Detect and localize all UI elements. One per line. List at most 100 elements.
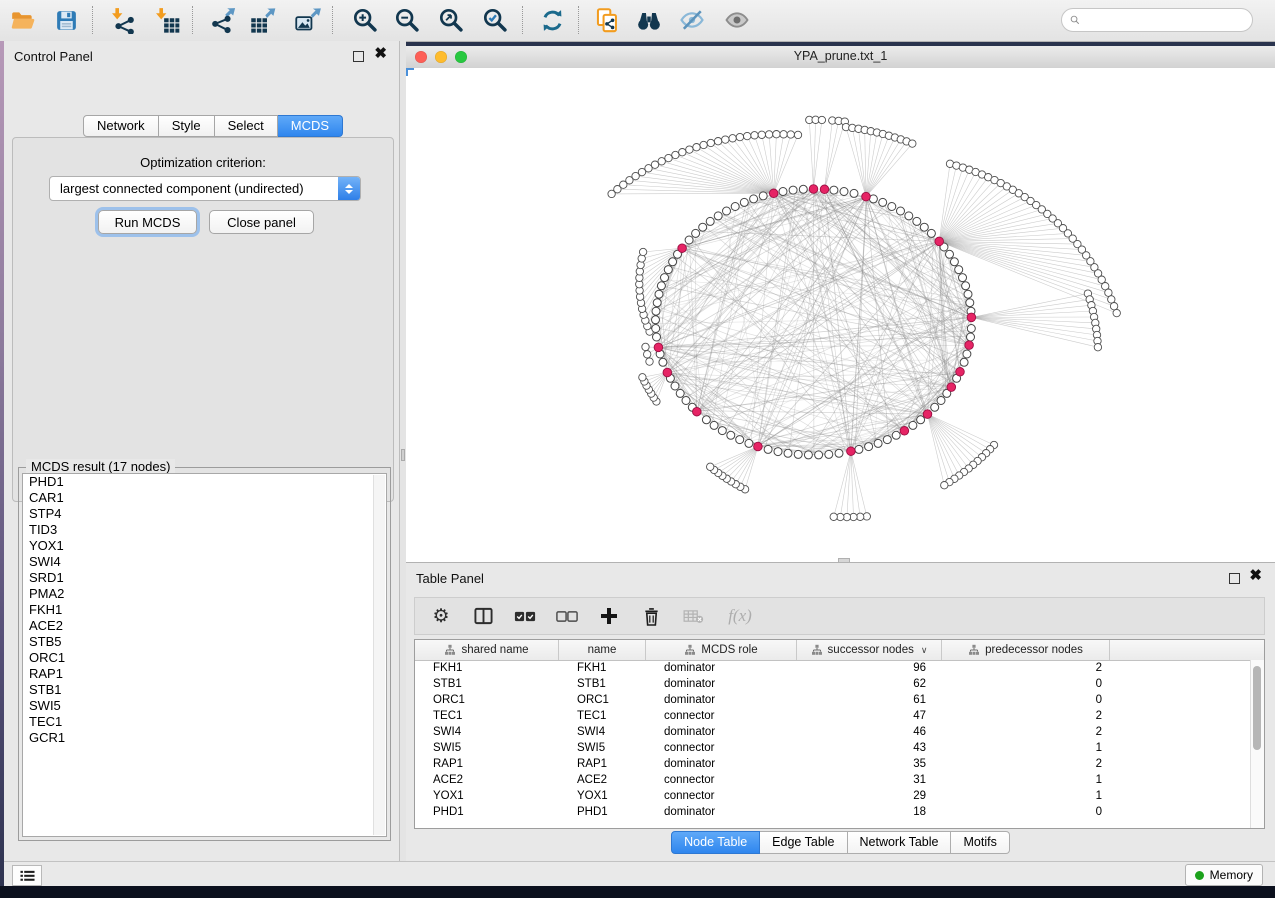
mcds-result-item[interactable]: RAP1: [23, 666, 386, 682]
export-network-icon[interactable]: [205, 4, 239, 36]
scrollbar-thumb[interactable]: [1253, 666, 1261, 750]
tab-style[interactable]: Style: [159, 115, 215, 137]
close-panel-icon[interactable]: ✖: [374, 45, 387, 63]
tab-network-table[interactable]: Network Table: [848, 831, 952, 854]
mcds-result-item[interactable]: SWI4: [23, 554, 386, 570]
cell-shared-name: PHD1: [415, 804, 559, 820]
table-row[interactable]: STB1STB1dominator620: [415, 676, 1251, 692]
add-column-icon[interactable]: [597, 603, 621, 629]
table-row[interactable]: TEC1TEC1connector472: [415, 708, 1251, 724]
mcds-result-item[interactable]: YOX1: [23, 538, 386, 554]
toolbar-separator: [578, 6, 579, 34]
table-row[interactable]: RAP1RAP1dominator352: [415, 756, 1251, 772]
hide-selected-eye-icon[interactable]: [675, 4, 709, 36]
run-mcds-button[interactable]: Run MCDS: [98, 210, 197, 234]
export-image-icon[interactable]: [290, 4, 324, 36]
mcds-result-item[interactable]: PHD1: [23, 474, 386, 490]
tab-node-table[interactable]: Node Table: [671, 831, 760, 854]
mcds-result-item[interactable]: SWI5: [23, 698, 386, 714]
mcds-result-item[interactable]: CAR1: [23, 490, 386, 506]
cell-MCDS-role: dominator: [646, 692, 797, 708]
mcds-result-item[interactable]: PMA2: [23, 586, 386, 602]
binoculars-icon[interactable]: [632, 4, 666, 36]
search-box[interactable]: [1061, 8, 1253, 32]
delete-column-trash-icon[interactable]: [639, 603, 663, 629]
window-resize-corner[interactable]: [406, 68, 414, 76]
mcds-result-item[interactable]: GCR1: [23, 730, 386, 746]
zoom-in-icon[interactable]: [348, 4, 382, 36]
table-toolbar: ⚙ f(x): [414, 597, 1265, 635]
cell-successor-nodes: 18: [797, 804, 942, 820]
zoom-fit-icon[interactable]: [434, 4, 468, 36]
table-row[interactable]: SWI4SWI4dominator462: [415, 724, 1251, 740]
column-header-predecessor-nodes[interactable]: predecessor nodes: [942, 640, 1110, 660]
network-window-titlebar[interactable]: YPA_prune.txt_1: [406, 46, 1275, 69]
export-table-icon[interactable]: [245, 4, 279, 36]
mcds-result-item[interactable]: ACE2: [23, 618, 386, 634]
save-icon[interactable]: [49, 4, 83, 36]
column-header-successor-nodes[interactable]: successor nodes∨: [797, 640, 942, 660]
table-scrollbar[interactable]: [1250, 660, 1264, 828]
float-panel-icon[interactable]: [1229, 573, 1240, 584]
column-header-MCDS-role[interactable]: MCDS role: [646, 640, 797, 660]
table-row[interactable]: ORC1ORC1dominator610: [415, 692, 1251, 708]
select-all-icon[interactable]: [513, 603, 537, 629]
function-builder-icon-disabled: f(x): [723, 603, 757, 629]
deselect-all-icon[interactable]: [555, 603, 579, 629]
show-all-eye-icon[interactable]: [720, 4, 754, 36]
close-panel-icon[interactable]: ✖: [1249, 567, 1262, 585]
cell-shared-name: SWI4: [415, 724, 559, 740]
network-graph[interactable]: [406, 68, 1275, 562]
optimization-select[interactable]: largest connected component (undirected): [49, 176, 361, 201]
list-icon: [20, 870, 35, 882]
mcds-result-item[interactable]: STB5: [23, 634, 386, 650]
show-columns-icon[interactable]: [471, 603, 495, 629]
cell-shared-name: ACE2: [415, 772, 559, 788]
close-panel-button[interactable]: Close panel: [209, 210, 314, 234]
cell-MCDS-role: connector: [646, 708, 797, 724]
table-settings-gear-icon[interactable]: ⚙: [429, 603, 453, 629]
mcds-result-list[interactable]: PHD1CAR1STP4TID3YOX1SWI4SRD1PMA2FKH1ACE2…: [22, 473, 387, 837]
tab-select[interactable]: Select: [215, 115, 278, 137]
column-header-label: shared name: [461, 644, 528, 656]
open-icon[interactable]: [6, 4, 40, 36]
cell-predecessor-nodes: 1: [942, 788, 1110, 804]
cell-MCDS-role: connector: [646, 772, 797, 788]
mcds-result-item[interactable]: SRD1: [23, 570, 386, 586]
refresh-icon[interactable]: [535, 4, 569, 36]
tab-network[interactable]: Network: [83, 115, 159, 137]
network-canvas[interactable]: [406, 68, 1275, 562]
float-panel-icon[interactable]: [353, 51, 364, 62]
search-input[interactable]: [1085, 12, 1244, 28]
import-table-icon[interactable]: [150, 4, 184, 36]
mcds-result-item[interactable]: ORC1: [23, 650, 386, 666]
column-header-shared-name[interactable]: shared name: [415, 640, 559, 660]
cell-shared-name: ORC1: [415, 692, 559, 708]
mcds-result-item[interactable]: STP4: [23, 506, 386, 522]
tab-edge-table[interactable]: Edge Table: [760, 831, 847, 854]
copy-network-icon[interactable]: [590, 4, 624, 36]
mcds-result-item[interactable]: TID3: [23, 522, 386, 538]
table-row[interactable]: SWI5SWI5connector431: [415, 740, 1251, 756]
table-row[interactable]: FKH1FKH1dominator962: [415, 660, 1251, 676]
zoom-out-icon[interactable]: [390, 4, 424, 36]
mcds-result-item[interactable]: STB1: [23, 682, 386, 698]
task-history-button[interactable]: [12, 865, 42, 886]
mcds-list-scrollbar[interactable]: [373, 475, 385, 835]
table-row[interactable]: ACE2ACE2connector311: [415, 772, 1251, 788]
cell-MCDS-role: dominator: [646, 724, 797, 740]
import-network-icon[interactable]: [106, 4, 140, 36]
tab-motifs[interactable]: Motifs: [951, 831, 1009, 854]
tab-mcds[interactable]: MCDS: [278, 115, 343, 137]
column-type-icon: [444, 644, 456, 656]
table-row[interactable]: YOX1YOX1connector291: [415, 788, 1251, 804]
cell-MCDS-role: dominator: [646, 804, 797, 820]
memory-button[interactable]: Memory: [1185, 864, 1263, 886]
table-row[interactable]: PHD1PHD1dominator180: [415, 804, 1251, 820]
splitter-handle[interactable]: [401, 449, 405, 461]
mcds-result-item[interactable]: FKH1: [23, 602, 386, 618]
column-header-name[interactable]: name: [559, 640, 646, 660]
mcds-result-item[interactable]: TEC1: [23, 714, 386, 730]
zoom-selected-icon[interactable]: [478, 4, 512, 36]
memory-label: Memory: [1210, 868, 1253, 882]
